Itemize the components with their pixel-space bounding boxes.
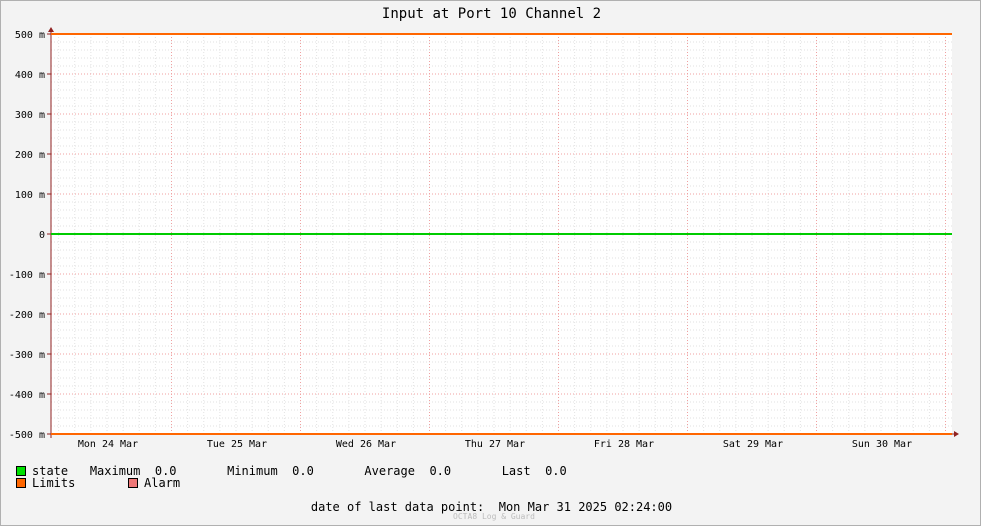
y-tick-label: -300 m: [9, 350, 45, 361]
legend-last-label: Last: [501, 464, 531, 478]
x-tick-label: Wed 26 Mar: [336, 439, 396, 450]
y-tick-label: 500 m: [15, 30, 45, 41]
y-tick-label: 200 m: [15, 150, 45, 161]
y-tick-label: -100 m: [9, 270, 45, 281]
legend-min-label: Minimum: [227, 464, 278, 478]
watermark: OCTA8 Log & Guard: [453, 512, 535, 521]
legend-min-value: 0.0: [292, 464, 314, 478]
alarm-swatch: [128, 478, 138, 488]
x-tick-label: Fri 28 Mar: [594, 439, 654, 450]
x-axis-arrow: [954, 431, 959, 437]
legend-avg-value: 0.0: [429, 464, 452, 478]
legend-alarm-label: Alarm: [144, 476, 181, 490]
legend-limits-label: Limits: [32, 476, 76, 490]
x-tick-label: Sat 29 Mar: [723, 439, 783, 450]
legend-alarm-row: Alarm: [128, 476, 180, 490]
graph-frame: Input at Port 10 Channel 2 500 m 400 m 300…: [0, 0, 981, 526]
chart-plot: 500 m 400 m 300 m 200 m 100 m 0 -100 m -200 m -3…: [9, 27, 959, 450]
y-tick-label: -500 m: [9, 430, 45, 441]
x-tick-label: Thu 27 Mar: [465, 439, 525, 450]
legend-state-row: state Maximum 0.0 Minimum 0.0 Average 0.…: [16, 464, 567, 478]
x-tick-label: Tue 25 Mar: [207, 439, 267, 450]
y-tick-label: 100 m: [15, 190, 45, 201]
x-tick-label: Mon 24 Mar: [78, 439, 138, 450]
legend-last-value: 0.0: [545, 464, 567, 478]
legend-limits-row: Limits: [16, 476, 75, 490]
limits-swatch: [16, 478, 26, 488]
x-tick-label: Sun 30 Mar: [852, 439, 912, 450]
y-tick-label: 400 m: [15, 70, 45, 81]
y-axis-arrow: [48, 27, 54, 32]
y-tick-label: -200 m: [9, 310, 45, 321]
y-tick-label: -400 m: [9, 390, 45, 401]
state-swatch: [16, 466, 26, 476]
y-tick-label: 0: [39, 230, 45, 241]
y-tick-label: 300 m: [15, 110, 45, 121]
legend-avg-label: Average: [364, 464, 415, 478]
